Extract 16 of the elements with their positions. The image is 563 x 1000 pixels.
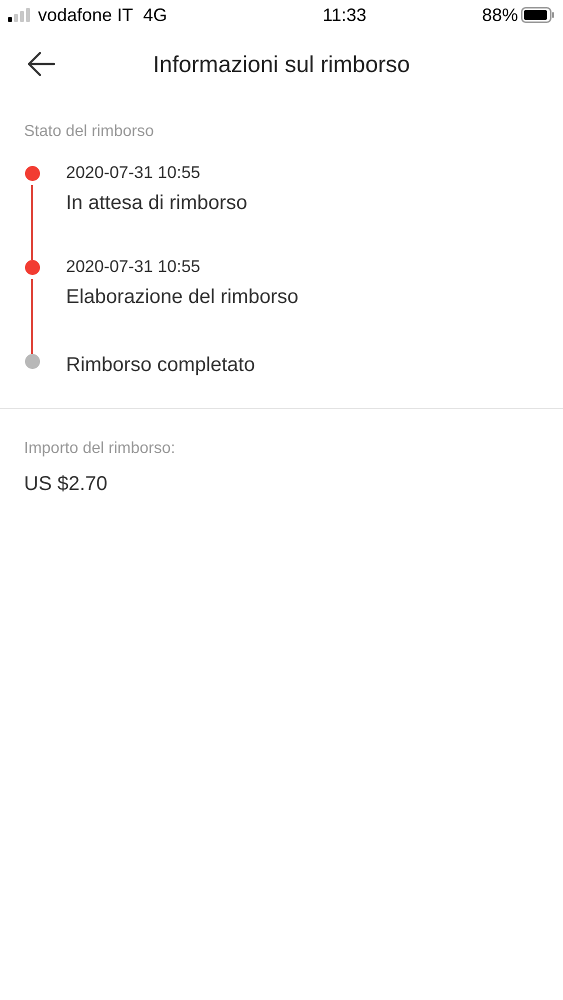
amount-label: Importo del rimborso: <box>24 439 176 459</box>
carrier-name: vodafone IT <box>38 4 134 26</box>
back-arrow-icon <box>26 51 56 77</box>
clock-time: 11:33 <box>322 4 366 26</box>
battery-icon <box>520 7 555 23</box>
signal-icon <box>8 8 32 22</box>
step-label: Elaborazione del rimborso <box>66 285 298 310</box>
battery-percentage: 88% <box>482 4 518 26</box>
page-title: Informazioni sul rimborso <box>153 50 410 79</box>
step-time: 2020-07-31 10:55 <box>66 162 202 184</box>
network-type: 4G <box>143 4 168 26</box>
refund-amount: US $2.70 <box>24 472 108 497</box>
section-label: Stato del rimborso <box>24 122 155 142</box>
step-label: Rimborso completato <box>66 353 255 378</box>
step-label: In attesa di rimborso <box>66 191 248 216</box>
step-time: 2020-07-31 10:55 <box>66 256 202 278</box>
